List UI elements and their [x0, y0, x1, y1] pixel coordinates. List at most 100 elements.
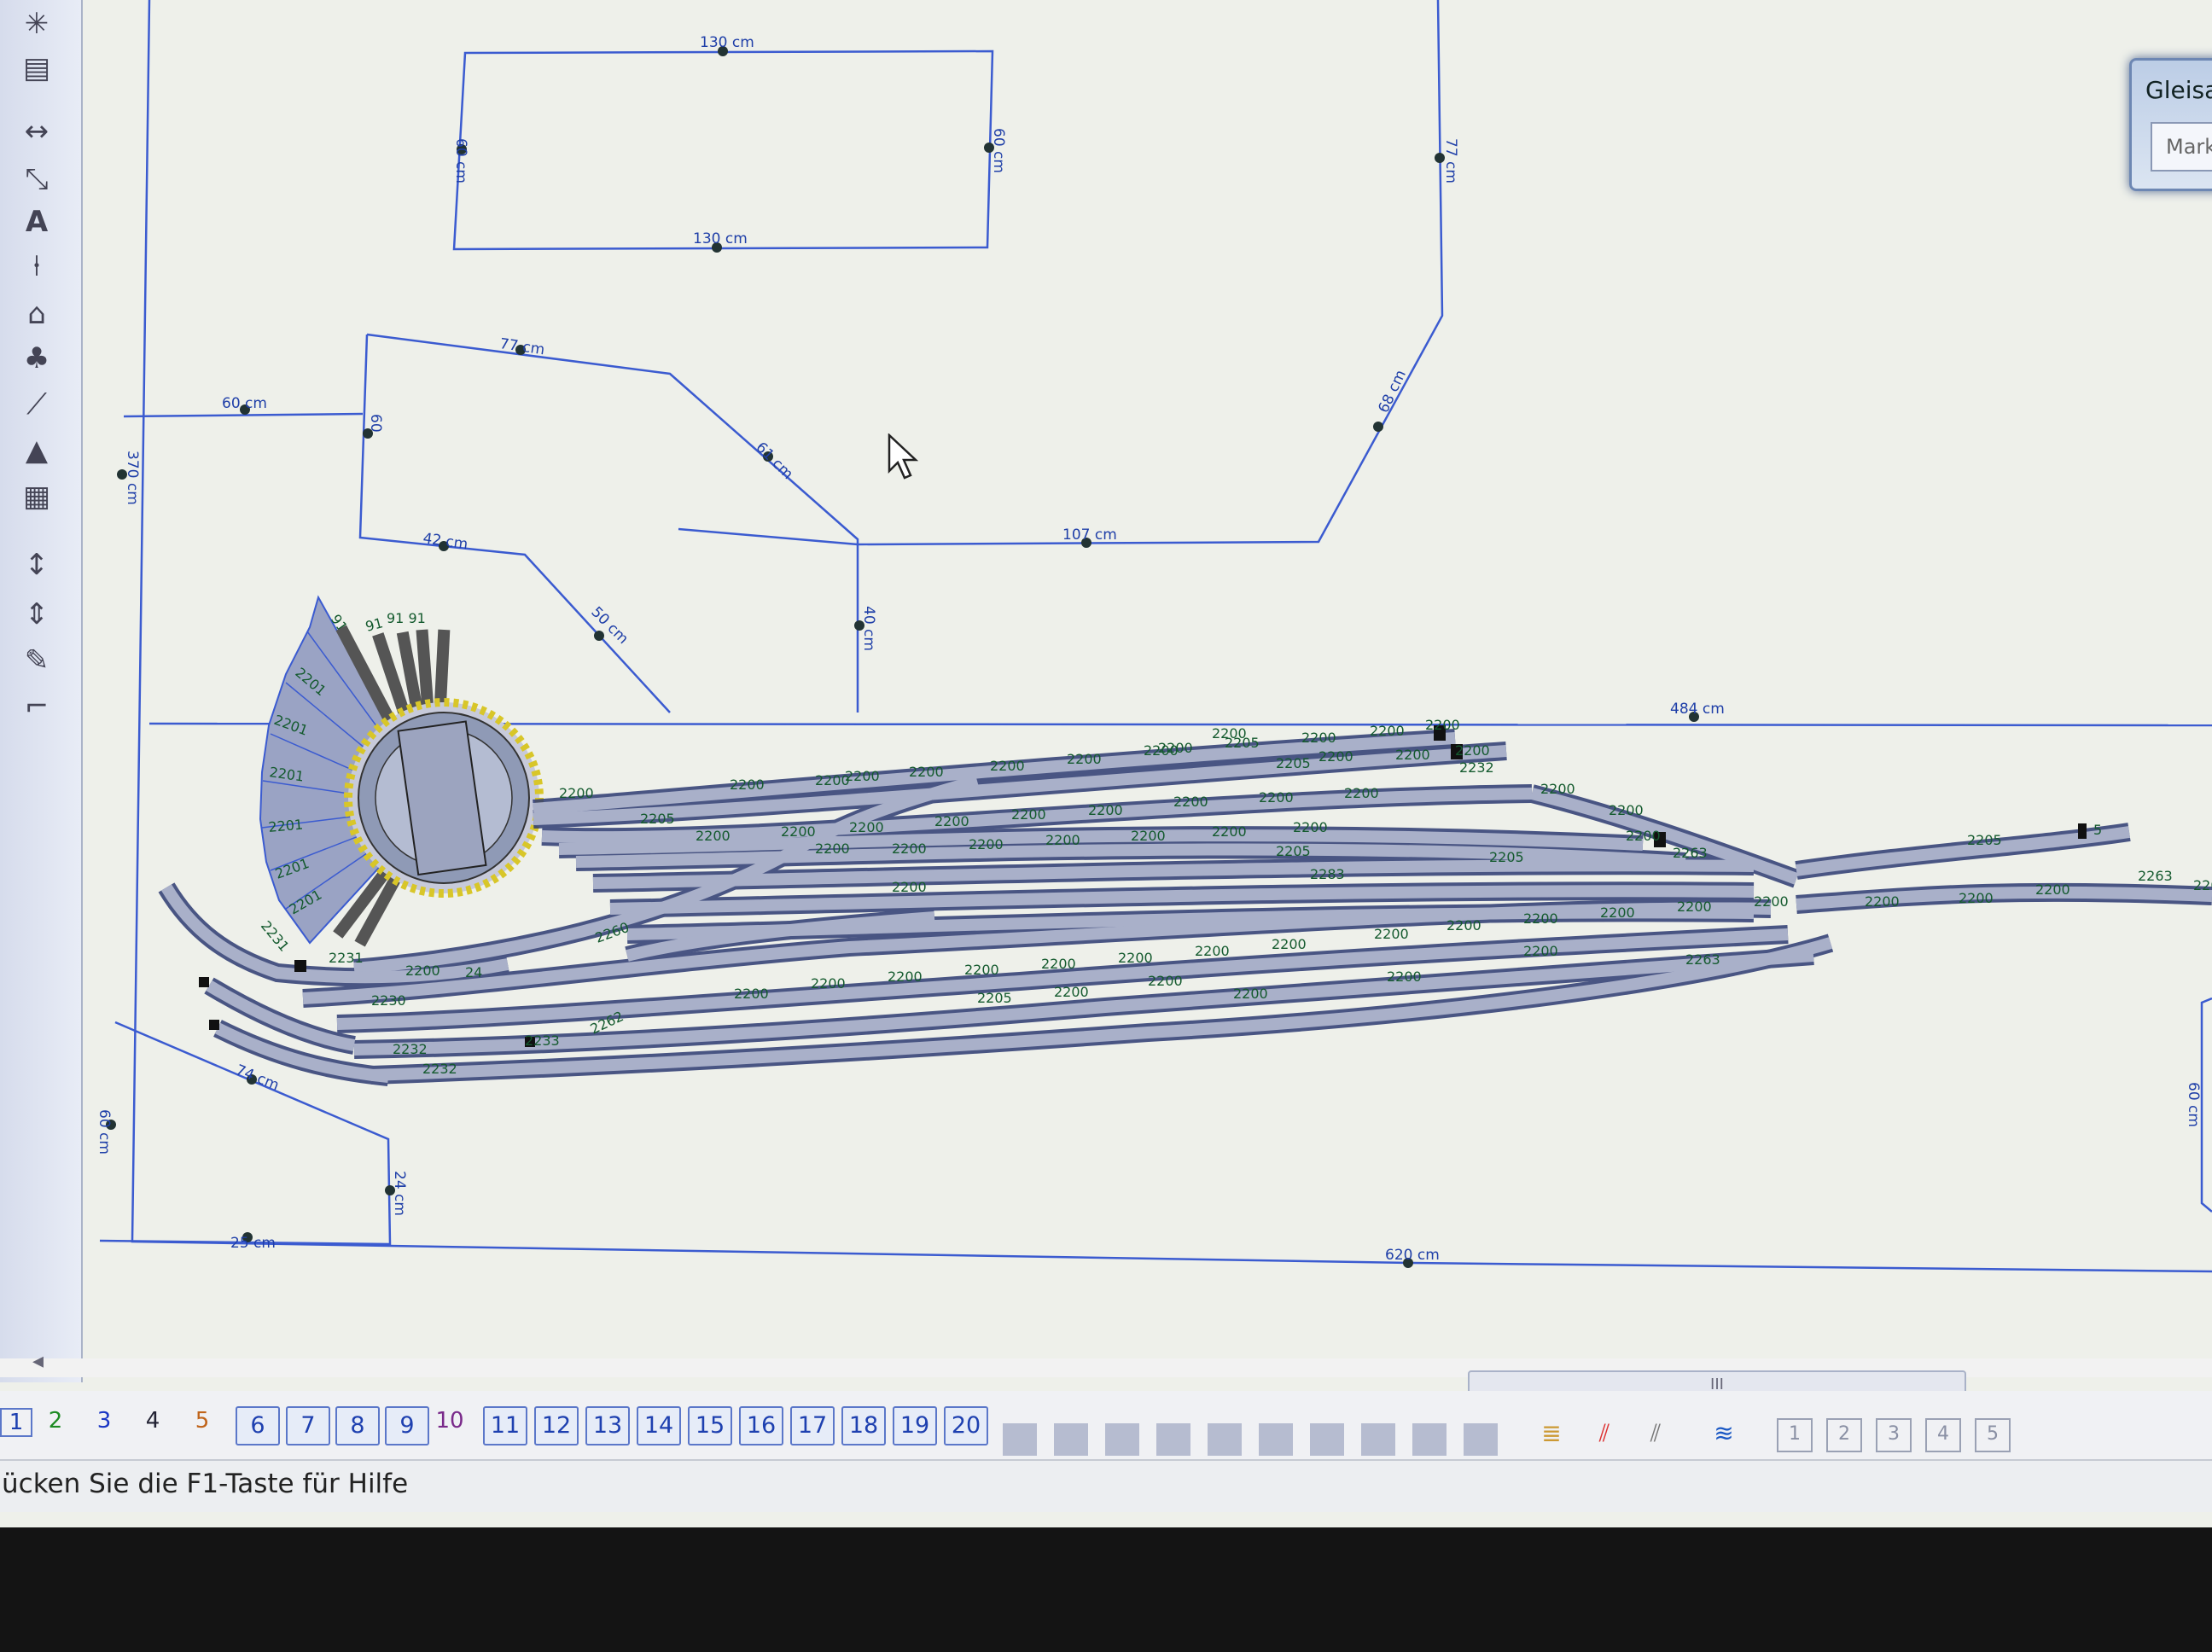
- page-slot[interactable]: [1310, 1423, 1344, 1456]
- track-label: 2200: [1045, 832, 1080, 848]
- track-label: 2200: [1272, 936, 1307, 952]
- track-label: 2205: [1276, 843, 1311, 859]
- measure-icon[interactable]: ⤡: [15, 160, 58, 198]
- page-button-19[interactable]: 19: [893, 1406, 937, 1446]
- track-label: 2200: [1387, 969, 1422, 985]
- track-label: 2200: [1318, 748, 1353, 765]
- track-label: 2200: [1233, 986, 1268, 1002]
- landscape-icon[interactable]: ▦: [15, 478, 58, 515]
- layer-stack-icon[interactable]: ≋: [1707, 1418, 1741, 1449]
- page-slot[interactable]: [1156, 1423, 1190, 1456]
- sun-icon[interactable]: ✳: [15, 5, 58, 43]
- ruler-icon[interactable]: ↕: [15, 546, 58, 584]
- page-button-15[interactable]: 15: [688, 1406, 732, 1446]
- view-button-5[interactable]: 5: [1975, 1418, 2011, 1452]
- track-label: 2230: [371, 992, 406, 1009]
- house-icon[interactable]: ⌂: [15, 295, 58, 333]
- track-label: 2231: [329, 950, 364, 966]
- dim-bottom-total: 620 cm: [1385, 1247, 1440, 1264]
- page-button-1[interactable]: 1: [0, 1408, 32, 1437]
- dim-lower-left-diag: 74 cm: [233, 1062, 282, 1094]
- page-slot[interactable]: [1259, 1423, 1293, 1456]
- track-label: 2200: [1173, 794, 1208, 810]
- dim-right-edge: 77 cm: [1442, 138, 1459, 183]
- page-slot[interactable]: [1464, 1423, 1498, 1456]
- track-label: 2205: [1276, 755, 1311, 771]
- track-label: 2200: [781, 823, 816, 840]
- track-label: 2232: [1459, 759, 1494, 776]
- ruler-v-icon[interactable]: ⇕: [15, 596, 58, 633]
- page-button-13[interactable]: 13: [585, 1406, 630, 1446]
- text-icon[interactable]: A: [15, 203, 58, 241]
- track-label: 2200: [2035, 881, 2070, 898]
- view-button-3[interactable]: 3: [1876, 1418, 1912, 1452]
- signal-icon[interactable]: ⍿: [15, 247, 58, 285]
- track-label: 2200: [1212, 725, 1247, 742]
- layer-red-icon[interactable]: ⫽: [1587, 1418, 1621, 1449]
- page-button-8[interactable]: 8: [335, 1406, 380, 1446]
- tree-icon[interactable]: ♣: [15, 340, 58, 377]
- track-dialog[interactable]: Gleisa Mark: [2129, 58, 2212, 191]
- mouse-cursor-icon: [888, 433, 919, 480]
- layer-grey-icon[interactable]: ⫽: [1639, 1418, 1673, 1449]
- layers-icon[interactable]: ≣: [1534, 1418, 1569, 1449]
- page-button-12[interactable]: 12: [534, 1406, 579, 1446]
- page-button-18[interactable]: 18: [841, 1406, 886, 1446]
- dim-diag-right: 68 cm: [1375, 368, 1410, 416]
- page-button-7[interactable]: 7: [286, 1406, 330, 1446]
- track-label: 2200: [1523, 943, 1558, 959]
- page-slot[interactable]: [1412, 1423, 1447, 1456]
- fan-label: 91: [364, 614, 385, 635]
- dim-mid-vert: 40 cm: [860, 606, 877, 651]
- dimension-icon[interactable]: ↔: [15, 113, 58, 150]
- page-button-2[interactable]: 2: [41, 1408, 70, 1434]
- page-slot[interactable]: [1105, 1423, 1139, 1456]
- dim-left-h: 60 cm: [452, 138, 469, 183]
- dim-lower-left-bottom: 25 cm: [230, 1235, 276, 1252]
- page-button-6[interactable]: 6: [236, 1406, 280, 1446]
- track-label: 2200: [1374, 926, 1409, 942]
- page-button-10[interactable]: 10: [435, 1408, 464, 1434]
- track-label: 2205: [640, 811, 675, 827]
- page-button-16[interactable]: 16: [739, 1406, 783, 1446]
- scroll-left-icon[interactable]: ◂: [32, 1348, 44, 1374]
- page-button-11[interactable]: 11: [483, 1406, 527, 1446]
- page-slot[interactable]: [1208, 1423, 1242, 1456]
- dialog-field[interactable]: Mark: [2151, 122, 2212, 172]
- track-label: 2233: [525, 1032, 560, 1049]
- page-button-9[interactable]: 9: [385, 1406, 429, 1446]
- corner-icon[interactable]: ⌐: [15, 688, 58, 725]
- slope-icon[interactable]: ⟋: [15, 386, 58, 423]
- page-button-14[interactable]: 14: [637, 1406, 681, 1446]
- dim-left-top: 60 cm: [222, 395, 267, 412]
- track-label: 2200: [1865, 893, 1900, 910]
- track-label: 2200: [696, 828, 731, 844]
- view-button-4[interactable]: 4: [1925, 1418, 1961, 1452]
- page-button-4[interactable]: 4: [138, 1408, 167, 1434]
- pen-icon[interactable]: ✎: [15, 642, 58, 679]
- page-slot[interactable]: [1003, 1423, 1037, 1456]
- page-button-5[interactable]: 5: [188, 1408, 217, 1434]
- layout-drawing[interactable]: 130 cm 130 cm 60 cm 60 cm 77 cm 68 cm 77…: [81, 0, 2212, 1357]
- dim-right-h: 60 cm: [990, 128, 1007, 173]
- track-label: 2200: [2193, 877, 2212, 893]
- track-label: 2200: [909, 764, 944, 780]
- page-button-20[interactable]: 20: [944, 1406, 988, 1446]
- view-button-1[interactable]: 1: [1777, 1418, 1813, 1452]
- page-slot[interactable]: [1054, 1423, 1088, 1456]
- page-button-3[interactable]: 3: [90, 1408, 119, 1434]
- page-button-17[interactable]: 17: [790, 1406, 835, 1446]
- dim-outer-left: 370 cm: [124, 451, 141, 505]
- dim-far-right: 60 cm: [2185, 1082, 2202, 1127]
- terrain-icon[interactable]: ▲: [15, 432, 58, 469]
- dialog-title: Gleisa: [2145, 76, 2212, 104]
- track-label: 5: [2093, 822, 2102, 838]
- page-slot[interactable]: [1361, 1423, 1395, 1456]
- view-button-2[interactable]: 2: [1826, 1418, 1862, 1452]
- track-label: 2200: [969, 836, 1004, 852]
- grid-icon[interactable]: ▤: [15, 49, 58, 87]
- application-window: ✳ ▤ ↔ ⤡ A ⍿ ⌂ ♣ ⟋ ▲ ▦ ↕ ⇕ ✎ ⌐ 130 cm 130…: [0, 0, 2212, 1527]
- dim-bench-right: 484 cm: [1670, 701, 1725, 718]
- track-plan-canvas[interactable]: 130 cm 130 cm 60 cm 60 cm 77 cm 68 cm 77…: [81, 0, 2212, 1357]
- dim-mid-diag: 61 cm: [752, 439, 796, 483]
